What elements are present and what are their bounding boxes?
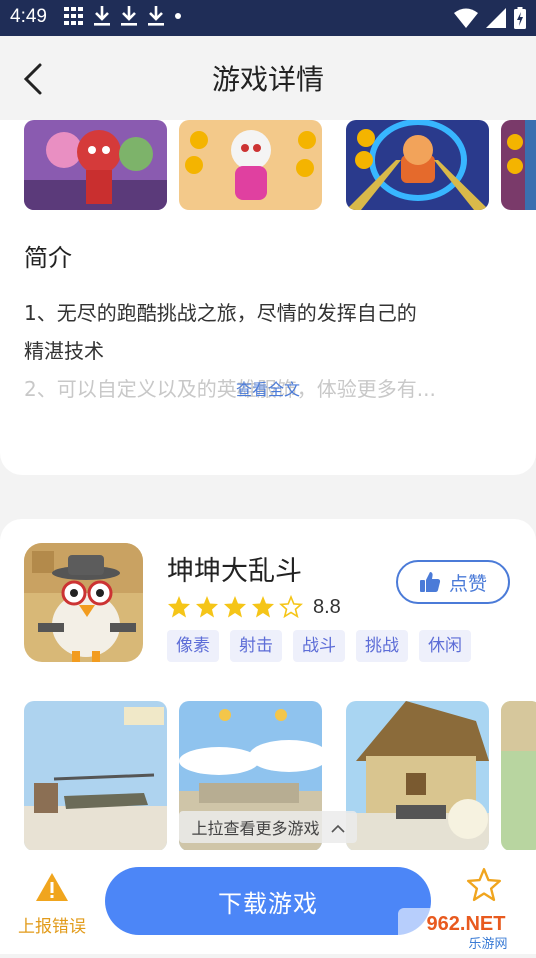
like-button[interactable]: 点赞 [396,560,510,604]
star-filled-icon [252,596,274,618]
star-empty-icon [279,595,303,619]
svg-text:乐游网: 乐游网 [468,937,507,952]
svg-text:962.NET: 962.NET [427,913,506,935]
tag[interactable]: 休闲 [419,630,471,662]
report-error-label: 上报错误 [18,917,86,937]
download-icon [121,6,137,26]
tag[interactable]: 像素 [167,630,219,662]
notification-icons [64,6,182,26]
star-filled-icon [168,596,190,618]
download-icon [94,6,110,26]
status-time: 4:49 [10,6,47,27]
thumbs-up-icon [419,572,441,592]
intro-line: 1、无尽的跑酷挑战之旅，尽情的发挥自己的 [24,301,417,325]
star-filled-icon [196,596,218,618]
game-screenshot[interactable] [346,120,489,210]
site-watermark: 962.NET 乐游网 [396,906,536,954]
pull-up-hint[interactable]: 上拉查看更多游戏 [0,805,536,849]
tag[interactable]: 挑战 [356,630,408,662]
dot-icon [175,13,181,19]
tag-list: 像素 射击 战斗 挑战 休闲 [167,630,471,662]
app-header: 游戏详情 [0,36,536,120]
pull-up-label: 上拉查看更多游戏 [191,819,320,838]
bottom-action-bar: 上报错误 下载游戏 962.NET 乐游网 [0,850,536,954]
intro-card: 简介 1、无尽的跑酷挑战之旅，尽情的发挥自己的 精湛技术 2、可以自定义以及的英… [0,120,536,475]
battery-icon [514,7,526,29]
game-app-icon[interactable] [24,543,143,662]
report-error-button[interactable]: 上报错误 [14,872,90,937]
star-filled-icon [224,596,246,618]
status-bar: 4:49 [0,0,536,36]
tag[interactable]: 射击 [230,630,282,662]
read-more-link[interactable]: 查看全文 [0,376,536,400]
game-screenshot[interactable] [179,120,322,210]
game-name: 坤坤大乱斗 [167,556,302,587]
star-rating: 8.8 [167,595,341,619]
system-icons [454,7,526,29]
chevron-up-icon [330,824,345,833]
game-screenshot[interactable] [501,120,536,210]
download-icon [148,6,164,26]
grid-icon [64,7,83,25]
game-screenshot[interactable] [24,120,167,210]
warning-icon [36,873,68,901]
page-title: 游戏详情 [211,63,324,96]
screenshot-strip[interactable] [24,120,536,210]
wifi-icon [454,8,478,28]
tag[interactable]: 战斗 [293,630,345,662]
favorite-star-icon[interactable] [465,866,503,904]
rating-score: 8.8 [313,595,341,618]
signal-icon [486,8,506,28]
download-game-button[interactable]: 下载游戏 [105,867,431,935]
intro-heading: 简介 [24,244,72,272]
intro-line: 精湛技术 [24,339,104,363]
like-label: 点赞 [448,572,487,595]
